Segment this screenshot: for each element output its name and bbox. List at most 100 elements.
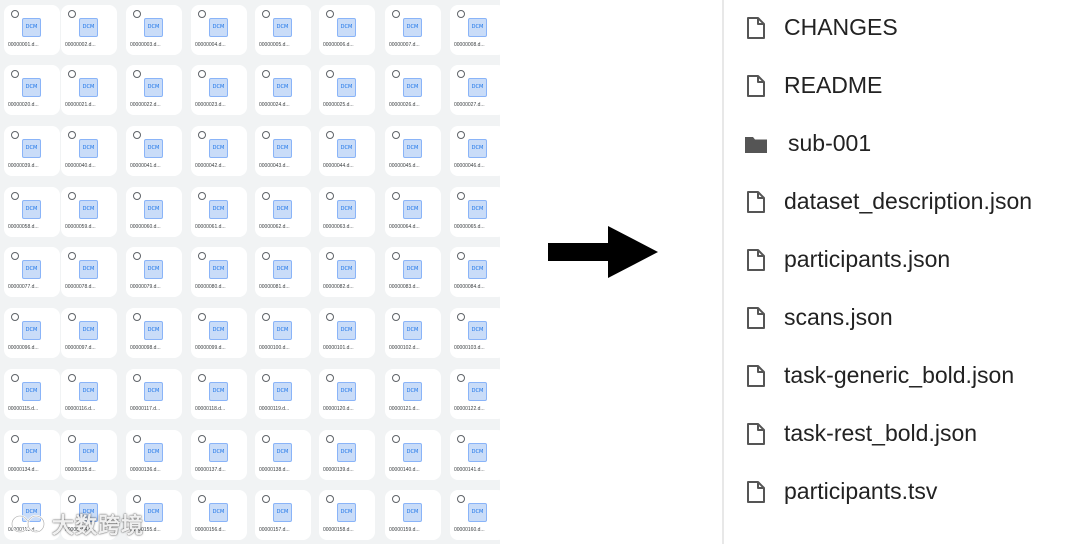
dicom-file-tile[interactable]: DCM 00000027.d... — [450, 65, 500, 115]
dicom-file-tile[interactable]: DCM 00000098.d... — [126, 308, 182, 358]
select-checkbox[interactable] — [457, 374, 465, 382]
dicom-file-tile[interactable]: DCM 00000138.d... — [255, 430, 311, 480]
dicom-file-tile[interactable]: DCM 00000084.d... — [450, 247, 500, 297]
select-checkbox[interactable] — [198, 435, 206, 443]
select-checkbox[interactable] — [326, 313, 334, 321]
select-checkbox[interactable] — [133, 10, 141, 18]
dicom-file-tile[interactable]: DCM 00000004.d... — [191, 5, 247, 55]
select-checkbox[interactable] — [11, 252, 19, 260]
dicom-file-tile[interactable]: DCM 00000079.d... — [126, 247, 182, 297]
select-checkbox[interactable] — [68, 435, 76, 443]
dicom-file-tile[interactable]: DCM 00000099.d... — [191, 308, 247, 358]
dicom-file-tile[interactable]: DCM 00000141.d... — [450, 430, 500, 480]
dicom-file-tile[interactable]: DCM 00000096.d... — [4, 308, 60, 358]
select-checkbox[interactable] — [326, 192, 334, 200]
dicom-file-tile[interactable]: DCM 00000103.d... — [450, 308, 500, 358]
dicom-file-tile[interactable]: DCM 00000097.d... — [61, 308, 117, 358]
dicom-file-tile[interactable]: DCM 00000101.d... — [319, 308, 375, 358]
select-checkbox[interactable] — [198, 70, 206, 78]
dicom-file-tile[interactable]: DCM 00000008.d... — [450, 5, 500, 55]
dicom-file-tile[interactable]: DCM 00000080.d... — [191, 247, 247, 297]
select-checkbox[interactable] — [392, 192, 400, 200]
select-checkbox[interactable] — [326, 495, 334, 503]
dicom-file-tile[interactable]: DCM 00000040.d... — [61, 126, 117, 176]
file-row[interactable]: scans.json — [724, 298, 1080, 338]
dicom-file-tile[interactable]: DCM 00000137.d... — [191, 430, 247, 480]
dicom-file-tile[interactable]: DCM 00000064.d... — [385, 187, 441, 237]
select-checkbox[interactable] — [457, 10, 465, 18]
select-checkbox[interactable] — [457, 313, 465, 321]
dicom-file-tile[interactable]: DCM 00000139.d... — [319, 430, 375, 480]
select-checkbox[interactable] — [262, 70, 270, 78]
dicom-file-tile[interactable]: DCM 00000007.d... — [385, 5, 441, 55]
select-checkbox[interactable] — [68, 252, 76, 260]
dicom-file-tile[interactable]: DCM 00000020.d... — [4, 65, 60, 115]
dicom-file-tile[interactable]: DCM 00000026.d... — [385, 65, 441, 115]
select-checkbox[interactable] — [133, 313, 141, 321]
select-checkbox[interactable] — [198, 192, 206, 200]
select-checkbox[interactable] — [11, 192, 19, 200]
dicom-file-tile[interactable]: DCM 00000041.d... — [126, 126, 182, 176]
select-checkbox[interactable] — [457, 435, 465, 443]
dicom-file-tile[interactable]: DCM 00000156.d... — [191, 490, 247, 540]
select-checkbox[interactable] — [133, 192, 141, 200]
select-checkbox[interactable] — [457, 192, 465, 200]
dicom-file-tile[interactable]: DCM 00000023.d... — [191, 65, 247, 115]
select-checkbox[interactable] — [198, 313, 206, 321]
select-checkbox[interactable] — [326, 70, 334, 78]
dicom-file-tile[interactable]: DCM 00000044.d... — [319, 126, 375, 176]
dicom-file-tile[interactable]: DCM 00000116.d... — [61, 369, 117, 419]
select-checkbox[interactable] — [68, 70, 76, 78]
select-checkbox[interactable] — [68, 131, 76, 139]
select-checkbox[interactable] — [457, 131, 465, 139]
select-checkbox[interactable] — [198, 374, 206, 382]
dicom-file-tile[interactable]: DCM 00000061.d... — [191, 187, 247, 237]
dicom-file-tile[interactable]: DCM 00000100.d... — [255, 308, 311, 358]
select-checkbox[interactable] — [198, 10, 206, 18]
dicom-file-tile[interactable]: DCM 00000082.d... — [319, 247, 375, 297]
dicom-file-tile[interactable]: DCM 00000043.d... — [255, 126, 311, 176]
dicom-file-tile[interactable]: DCM 00000060.d... — [126, 187, 182, 237]
dicom-file-tile[interactable]: DCM 00000118.d... — [191, 369, 247, 419]
dicom-file-tile[interactable]: DCM 00000063.d... — [319, 187, 375, 237]
select-checkbox[interactable] — [326, 435, 334, 443]
select-checkbox[interactable] — [457, 70, 465, 78]
select-checkbox[interactable] — [262, 192, 270, 200]
dicom-file-tile[interactable]: DCM 00000021.d... — [61, 65, 117, 115]
dicom-file-tile[interactable]: DCM 00000042.d... — [191, 126, 247, 176]
dicom-file-tile[interactable]: DCM 00000117.d... — [126, 369, 182, 419]
select-checkbox[interactable] — [392, 495, 400, 503]
file-row[interactable]: participants.json — [724, 240, 1080, 280]
select-checkbox[interactable] — [392, 131, 400, 139]
select-checkbox[interactable] — [198, 495, 206, 503]
select-checkbox[interactable] — [457, 495, 465, 503]
select-checkbox[interactable] — [262, 313, 270, 321]
select-checkbox[interactable] — [326, 374, 334, 382]
dicom-file-tile[interactable]: DCM 00000059.d... — [61, 187, 117, 237]
dicom-file-tile[interactable]: DCM 00000062.d... — [255, 187, 311, 237]
file-row[interactable]: task-generic_bold.json — [724, 356, 1080, 396]
select-checkbox[interactable] — [326, 252, 334, 260]
select-checkbox[interactable] — [68, 374, 76, 382]
select-checkbox[interactable] — [262, 10, 270, 18]
select-checkbox[interactable] — [262, 252, 270, 260]
dicom-file-tile[interactable]: DCM 00000077.d... — [4, 247, 60, 297]
dicom-file-tile[interactable]: DCM 00000122.d... — [450, 369, 500, 419]
select-checkbox[interactable] — [68, 313, 76, 321]
dicom-file-tile[interactable]: DCM 00000024.d... — [255, 65, 311, 115]
file-row[interactable]: task-rest_bold.json — [724, 414, 1080, 454]
dicom-file-tile[interactable]: DCM 00000083.d... — [385, 247, 441, 297]
dicom-file-tile[interactable]: DCM 00000002.d... — [61, 5, 117, 55]
dicom-file-tile[interactable]: DCM 00000025.d... — [319, 65, 375, 115]
dicom-file-tile[interactable]: DCM 00000058.d... — [4, 187, 60, 237]
folder-row[interactable]: sub-001 — [724, 124, 1080, 164]
select-checkbox[interactable] — [262, 435, 270, 443]
dicom-file-tile[interactable]: DCM 00000022.d... — [126, 65, 182, 115]
select-checkbox[interactable] — [11, 313, 19, 321]
dicom-file-tile[interactable]: DCM 00000081.d... — [255, 247, 311, 297]
select-checkbox[interactable] — [68, 192, 76, 200]
file-row[interactable]: README — [724, 66, 1080, 106]
dicom-file-tile[interactable]: DCM 00000039.d... — [4, 126, 60, 176]
select-checkbox[interactable] — [133, 374, 141, 382]
file-row[interactable]: CHANGES — [724, 8, 1080, 48]
